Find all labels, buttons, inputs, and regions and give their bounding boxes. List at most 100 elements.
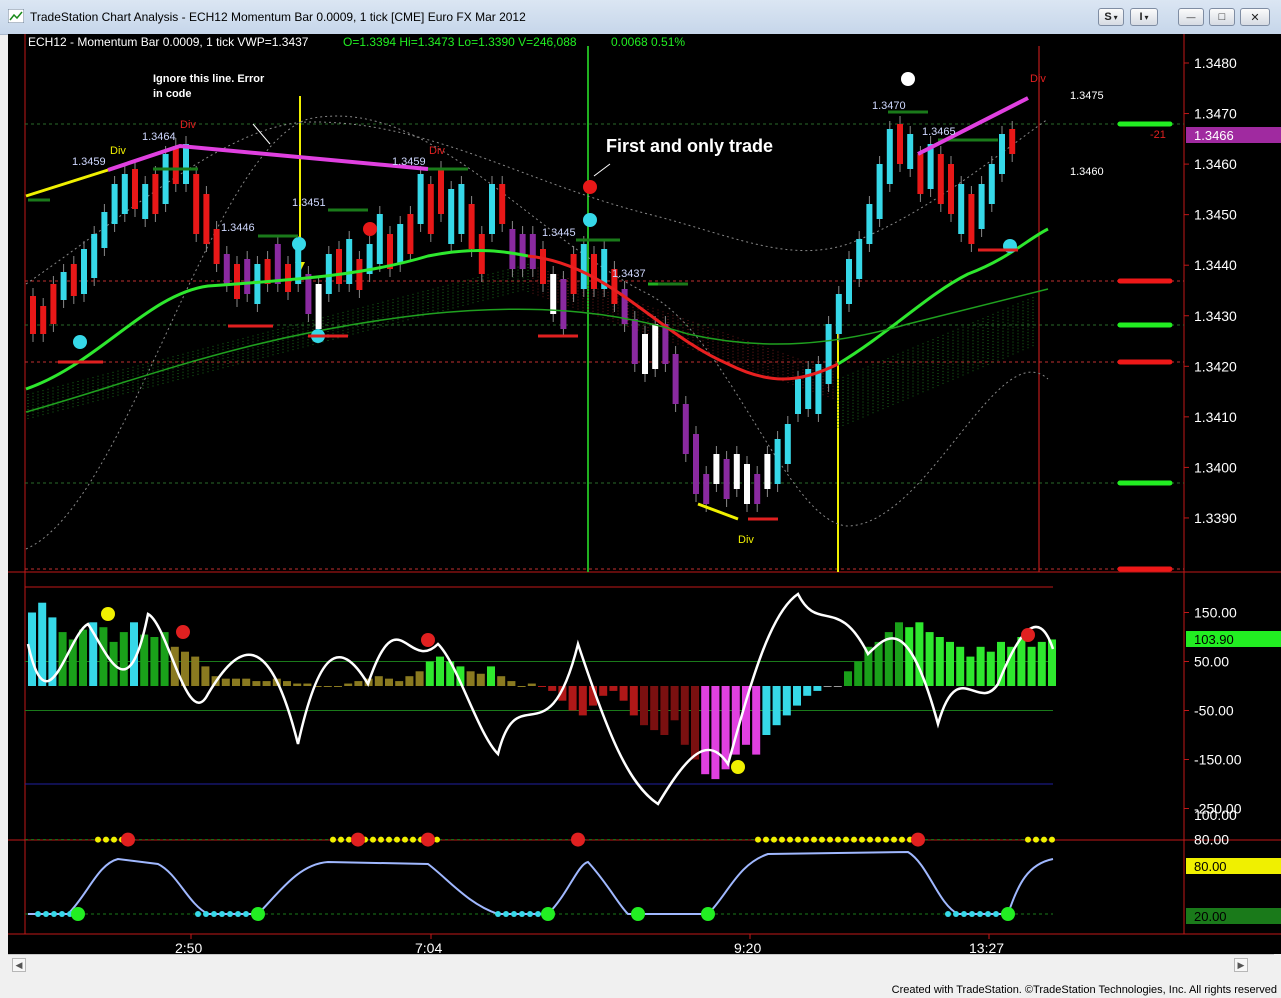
sell-signal-dot <box>583 180 597 194</box>
sell-signal-dot <box>363 222 377 236</box>
stoch-dot <box>985 911 991 917</box>
scroll-right-icon[interactable]: ▶ <box>1234 958 1248 972</box>
histogram-bar <box>691 686 699 760</box>
horizontal-scrollbar[interactable]: ◀ ▶ <box>8 954 1274 977</box>
candle-body <box>550 274 557 314</box>
price-tick-label: 1.3450 <box>1194 207 1237 223</box>
histogram-bar <box>527 683 536 686</box>
histogram-bar <box>578 686 587 716</box>
histogram-bar <box>711 686 720 780</box>
candle-body <box>744 464 750 504</box>
slow-ma-line <box>25 288 1049 413</box>
symbol-link-button[interactable]: S ▾ <box>1098 8 1124 26</box>
stoch-dot <box>35 911 41 917</box>
stoch-dot <box>787 836 793 843</box>
stoch-dot <box>370 836 376 843</box>
price-tick-label: 1.3440 <box>1194 257 1237 273</box>
maximize-button[interactable]: □ <box>1209 8 1235 26</box>
info-ohlc-text: O=1.3394 Hi=1.3473 Lo=1.3390 V=246,088 <box>343 35 577 49</box>
time-label: 13:27 <box>969 940 1004 954</box>
candle-body <box>91 234 98 278</box>
histogram-bar <box>487 666 495 686</box>
stoch-dot <box>235 911 241 917</box>
close-button[interactable]: ✕ <box>1240 8 1270 26</box>
stoch-dot <box>779 836 785 843</box>
stoch-dot <box>851 836 857 843</box>
histogram-bar <box>517 686 526 687</box>
stoch-dot <box>867 836 873 843</box>
stoch-dot <box>203 911 209 917</box>
histogram-bar <box>833 686 842 687</box>
candle-body <box>519 234 526 269</box>
candle-body <box>652 324 659 369</box>
scroll-left-icon[interactable]: ◀ <box>12 958 26 972</box>
stoch-dot <box>771 836 777 843</box>
stoch-dot <box>977 911 983 917</box>
interval-link-button[interactable]: I ▾ <box>1130 8 1158 26</box>
histogram-bar <box>599 686 608 696</box>
candle-body <box>427 184 434 234</box>
stoch-dot <box>883 836 889 843</box>
histogram-bar <box>354 681 363 686</box>
stoch-dot <box>953 911 959 917</box>
stoch-dot <box>1041 836 1047 843</box>
stoch-signal-dot <box>701 907 715 921</box>
candle-body <box>774 439 781 484</box>
histogram-bar <box>680 686 689 745</box>
histogram-bar <box>925 632 934 686</box>
stoch-dot <box>755 836 761 843</box>
osc-signal-dot <box>176 625 190 639</box>
time-label: 2:50 <box>175 940 202 954</box>
candle-body <box>846 259 852 304</box>
stoch-dot <box>51 911 57 917</box>
candle-body <box>223 254 230 284</box>
stoch-dot <box>527 911 533 917</box>
histogram-bar <box>119 632 128 686</box>
histogram-bar <box>150 637 159 686</box>
pivot-label: 1.3437 <box>612 268 646 280</box>
chart-canvas[interactable]: ECH12 - Momentum Bar 0.0009, 1 tick VWP=… <box>8 34 1281 956</box>
stoch-dot <box>803 836 809 843</box>
pivot-label: 1.3470 <box>872 100 906 112</box>
candle-body <box>142 184 149 219</box>
pivot-label: 1.3475 <box>1070 90 1104 102</box>
pivot-label: 1.3446 <box>221 222 255 234</box>
title-bar[interactable]: TradeStation Chart Analysis - ECH12 Mome… <box>0 0 1281 35</box>
bull-divergence-line <box>25 168 109 198</box>
stoch-dot <box>795 836 801 843</box>
candle-body <box>305 274 312 314</box>
candle-body <box>876 164 883 219</box>
candle-body <box>937 154 944 204</box>
price-axis[interactable]: 1.3480 1.3470 1.3460 1.3450 1.3440 1.3430 1.34… <box>1184 55 1237 526</box>
chart-area[interactable]: ECH12 - Momentum Bar 0.0009, 1 tick VWP=… <box>8 34 1281 956</box>
histogram-bar <box>813 686 822 691</box>
copyright-footer: Created with TradeStation. ©TradeStation… <box>891 984 1277 996</box>
candle-body <box>336 249 342 284</box>
candle-body <box>693 434 699 494</box>
stoch-dot <box>378 836 384 843</box>
candle-body <box>70 264 77 296</box>
level-markers <box>1117 121 1173 572</box>
minimize-button[interactable]: — <box>1178 8 1204 26</box>
histogram-bar <box>334 686 342 687</box>
candle-body <box>907 134 914 169</box>
osc-signal-dot <box>1021 628 1035 642</box>
time-axis[interactable]: 2:50 7:04 9:20 13:27 <box>175 934 1004 956</box>
signal-dot <box>73 335 87 349</box>
osc-tick-label: -150.00 <box>1194 752 1242 768</box>
histogram-bar <box>568 686 577 711</box>
candle-body <box>489 184 495 234</box>
osc-signal-dot <box>101 607 115 621</box>
price-tick-label: 1.3480 <box>1194 55 1237 71</box>
stoch-dot <box>1033 836 1039 843</box>
candle-body <box>101 212 108 248</box>
candle-body <box>754 474 761 504</box>
histogram-bar <box>793 686 801 706</box>
candle-body <box>713 454 720 484</box>
stoch-signal-dot <box>541 907 555 921</box>
histogram-bar <box>283 681 291 686</box>
histogram-bar <box>395 681 404 686</box>
symbol-link-caret-icon: ▾ <box>1113 12 1118 22</box>
candle-body <box>346 239 353 284</box>
histogram-bar <box>629 686 638 716</box>
